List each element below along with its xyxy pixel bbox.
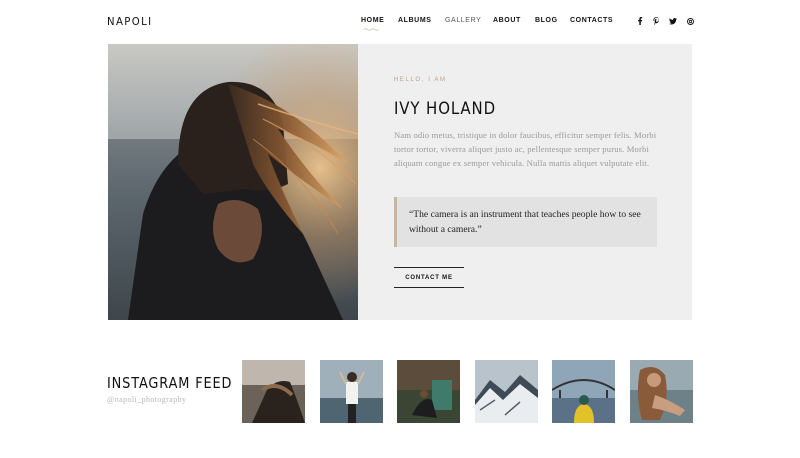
site-header: NAPOLI HOME ALBUMS GALLERY ABOUT BLOG CO… (0, 0, 800, 44)
nav-blog[interactable]: BLOG (535, 17, 558, 24)
instagram-thumb-3[interactable] (397, 360, 460, 423)
pinterest-icon[interactable] (651, 16, 661, 26)
about-hero: HELLO, I AM IVY HOLAND Nam odio metus, t… (108, 44, 692, 320)
instagram-thumb-4[interactable] (475, 360, 538, 423)
instagram-title: INSTAGRAM FEED (107, 374, 233, 392)
nav-active-indicator (363, 28, 379, 31)
contact-me-button[interactable]: CONTACT ME (394, 267, 464, 288)
quote-text: “The camera is an instrument that teache… (409, 209, 641, 235)
instagram-thumb-1[interactable] (242, 360, 305, 423)
hero-bio: Nam odio metus, tristique in dolor fauci… (394, 130, 657, 169)
portrait-photo (108, 44, 358, 320)
quote-block: “The camera is an instrument that teache… (394, 197, 657, 247)
nav-gallery[interactable]: GALLERY (445, 17, 481, 24)
instagram-thumb-5[interactable] (552, 360, 615, 423)
instagram-thumb-6[interactable] (630, 360, 693, 423)
nav-about[interactable]: ABOUT (493, 17, 521, 24)
nav-home[interactable]: HOME (361, 17, 384, 24)
instagram-handle[interactable]: @napoli_photography (107, 395, 186, 404)
instagram-thumb-2[interactable] (320, 360, 383, 423)
instagram-icon[interactable] (685, 16, 695, 26)
nav-contacts[interactable]: CONTACTS (570, 17, 613, 24)
hero-eyebrow: HELLO, I AM (394, 77, 447, 83)
site-logo[interactable]: NAPOLI (107, 15, 152, 28)
twitter-icon[interactable] (668, 16, 678, 26)
facebook-icon[interactable] (635, 16, 645, 26)
nav-albums[interactable]: ALBUMS (398, 17, 432, 24)
hero-name: IVY HOLAND (394, 99, 496, 119)
